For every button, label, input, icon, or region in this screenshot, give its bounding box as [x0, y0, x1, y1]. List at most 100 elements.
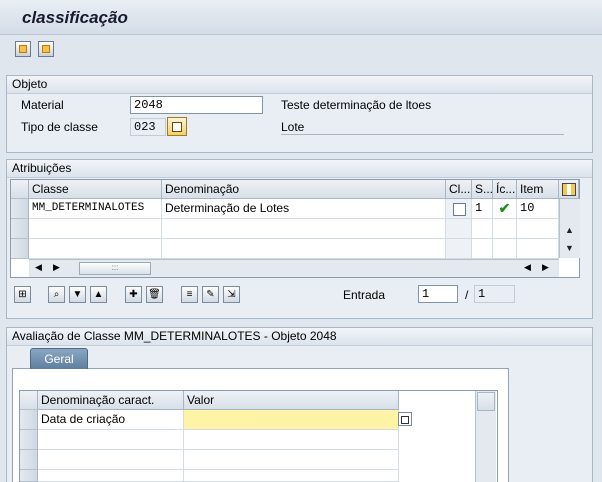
material-label: Material: [21, 98, 64, 112]
cell-denominacao[interactable]: [162, 239, 446, 259]
value-help-button[interactable]: [398, 412, 412, 426]
row-selector[interactable]: [20, 410, 38, 430]
arrow-up-icon: ▲: [93, 289, 104, 300]
entrada-separator: /: [465, 288, 469, 302]
detail-button[interactable]: ≡: [181, 286, 198, 303]
table-settings-icon[interactable]: [477, 392, 495, 411]
column-header-s[interactable]: S...: [472, 180, 493, 199]
title-bar: classificação: [0, 0, 602, 35]
find-icon: ⌕: [53, 289, 60, 300]
row-selector[interactable]: [11, 219, 29, 239]
cell-classe[interactable]: [29, 239, 162, 259]
select-all-corner[interactable]: [11, 180, 29, 199]
tipo-classe-description: Lote: [281, 120, 564, 135]
cell-characteristic-name: Data de criação: [38, 410, 184, 430]
entrada-total: 1: [474, 285, 515, 303]
check-icon: ✔: [493, 199, 517, 219]
column-header-ic[interactable]: Íc...: [493, 180, 517, 199]
cell-characteristic-name: [38, 450, 184, 470]
value-help-icon: [401, 416, 409, 424]
column-header-cl[interactable]: Cl...: [446, 180, 472, 199]
row-selector[interactable]: [11, 199, 29, 219]
value-help-icon: [172, 122, 182, 132]
cell-characteristic-name: [38, 470, 184, 482]
insert-row-icon: ⊞: [18, 289, 27, 300]
row-selector[interactable]: [20, 430, 38, 450]
horizontal-scrollbar[interactable]: ◀ ▶ ::: ◀ ▶: [29, 259, 559, 277]
cell-characteristic-value[interactable]: [184, 450, 399, 470]
column-settings-button[interactable]: [559, 180, 579, 199]
tipo-classe-label: Tipo de classe: [21, 120, 98, 134]
move-up-button[interactable]: ▲: [90, 286, 107, 303]
cell-icon[interactable]: [493, 239, 517, 259]
entrada-input[interactable]: 1: [418, 285, 458, 303]
vertical-scrollbar[interactable]: [475, 391, 496, 482]
scroll-left-icon[interactable]: ◀: [524, 262, 531, 273]
cell-cl[interactable]: [446, 239, 472, 259]
scroll-up-icon[interactable]: ▲: [565, 225, 574, 235]
add-row-button[interactable]: ✚: [125, 286, 142, 303]
column-header-denominacao-caract[interactable]: Denominação caract.: [38, 391, 184, 410]
delete-icon: 🗑: [148, 289, 161, 300]
vertical-scrollbar[interactable]: ▲ ▼: [559, 199, 580, 258]
scroll-thumb[interactable]: :::: [79, 262, 151, 275]
avaliacao-group-header: Avaliação de Classe MM_DETERMINALOTES - …: [7, 328, 592, 346]
export-icon: ⇲: [227, 289, 236, 300]
column-header-valor[interactable]: Valor: [184, 391, 399, 410]
objeto-group-header: Objeto: [7, 76, 592, 94]
cell-denominacao[interactable]: [162, 219, 446, 239]
edit-icon: ✎: [206, 289, 215, 300]
export-button[interactable]: ⇲: [223, 286, 240, 303]
insert-row-button[interactable]: ⊞: [14, 286, 31, 303]
material-field[interactable]: 2048: [130, 96, 263, 114]
cell-status[interactable]: [472, 219, 493, 239]
back-icon[interactable]: [15, 41, 31, 57]
detail-icon: ≡: [186, 289, 193, 300]
atribuicoes-table: Classe Denominação Cl... S... Íc... Item…: [10, 179, 580, 278]
column-header-item[interactable]: Item: [517, 180, 559, 199]
column-header-denominacao[interactable]: Denominação: [162, 180, 446, 199]
cell-cl: [446, 199, 472, 219]
cell-characteristic-name: [38, 430, 184, 450]
arrow-down-icon: ▼: [72, 289, 83, 300]
application-toolbar: [0, 35, 602, 63]
cell-characteristic-value[interactable]: [184, 470, 399, 482]
find-button[interactable]: ⌕: [48, 286, 65, 303]
tab-geral[interactable]: Geral: [30, 348, 88, 369]
cell-denominacao[interactable]: Determinação de Lotes: [162, 199, 446, 219]
class-type-lookup-button[interactable]: [167, 117, 187, 136]
entrada-label: Entrada: [343, 288, 386, 302]
forward-icon[interactable]: [38, 41, 54, 57]
cell-item[interactable]: 10: [517, 199, 559, 219]
cell-item[interactable]: [517, 219, 559, 239]
delete-row-button[interactable]: 🗑: [146, 286, 163, 303]
row-selector[interactable]: [11, 239, 29, 259]
atribuicoes-group-header: Atribuições: [7, 160, 592, 178]
scroll-right-icon[interactable]: ▶: [53, 262, 60, 273]
material-description: Teste determinação de ltoes: [281, 98, 432, 112]
move-down-button[interactable]: ▼: [69, 286, 86, 303]
row-selector[interactable]: [20, 450, 38, 470]
table-settings-icon: [561, 183, 576, 196]
select-all-corner[interactable]: [20, 391, 38, 410]
cell-status[interactable]: 1: [472, 199, 493, 219]
cell-item[interactable]: [517, 239, 559, 259]
cell-characteristic-value[interactable]: [184, 410, 399, 430]
scroll-left-icon[interactable]: ◀: [35, 262, 42, 273]
cell-characteristic-value[interactable]: [184, 430, 399, 450]
tipo-classe-field[interactable]: 023: [130, 118, 166, 136]
column-header-classe[interactable]: Classe: [29, 180, 162, 199]
scroll-down-icon[interactable]: ▼: [565, 243, 574, 253]
objeto-group: Objeto: [6, 75, 593, 153]
cell-icon[interactable]: [493, 219, 517, 239]
cell-classe[interactable]: [29, 219, 162, 239]
window-title: classificação: [22, 8, 128, 27]
cell-cl[interactable]: [446, 219, 472, 239]
cell-status[interactable]: [472, 239, 493, 259]
cl-checkbox[interactable]: [453, 203, 466, 216]
edit-button[interactable]: ✎: [202, 286, 219, 303]
row-selector[interactable]: [20, 470, 38, 482]
scroll-right-icon[interactable]: ▶: [542, 262, 549, 273]
cell-classe[interactable]: MM_DETERMINALOTES: [29, 199, 162, 219]
characteristics-table: Denominação caract. Valor Data de criaçã…: [19, 390, 498, 482]
